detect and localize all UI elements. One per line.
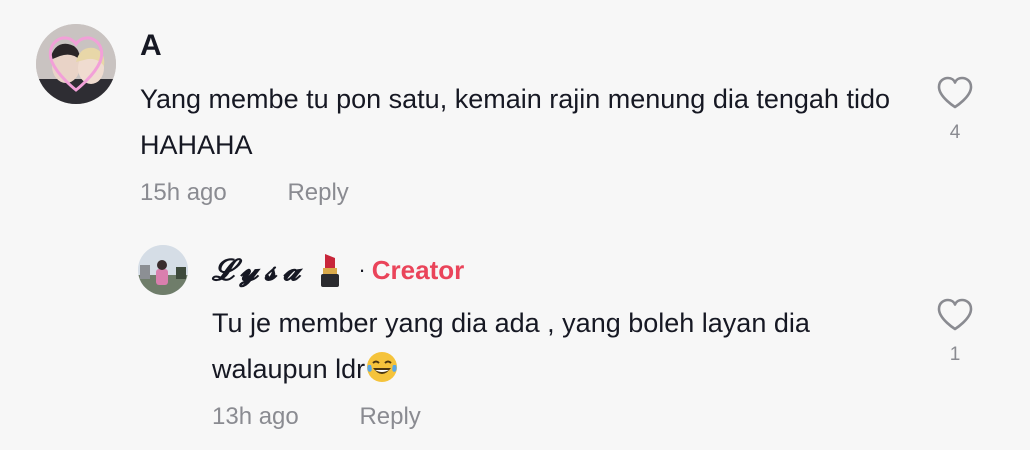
comment-timestamp: 15h ago xyxy=(140,179,227,206)
reply-button[interactable]: Reply xyxy=(287,179,348,206)
reply-text: Tu je member yang dia ada , yang boleh l… xyxy=(212,308,810,384)
comment-meta: 15h ago Reply xyxy=(140,178,349,208)
reply-like-count: 1 xyxy=(949,344,961,365)
heart-icon[interactable] xyxy=(936,298,974,332)
lipstick-icon xyxy=(321,254,340,287)
comment-text: Yang membe tu pon satu, kemain rajin men… xyxy=(140,84,890,160)
reply-username[interactable]: 𝓛𝔂𝓼𝓪 xyxy=(212,253,306,288)
reply-timestamp: 13h ago xyxy=(212,403,299,430)
heart-icon[interactable] xyxy=(936,76,974,110)
reply-avatar-image xyxy=(138,245,188,295)
like-count: 4 xyxy=(949,122,961,143)
comment-username[interactable]: A xyxy=(140,29,162,63)
avatar[interactable] xyxy=(36,24,116,104)
reply-reply-button[interactable]: Reply xyxy=(359,403,420,430)
reply-avatar[interactable] xyxy=(138,245,188,295)
comment-thread: A Yang membe tu pon satu, kemain rajin m… xyxy=(0,0,1030,450)
reply-meta: 13h ago Reply xyxy=(212,402,421,432)
avatar-image xyxy=(36,24,116,104)
reply-header: 𝓛𝔂𝓼𝓪 · Creator xyxy=(212,250,464,290)
like-control: 4 xyxy=(930,76,980,144)
badge-separator: · xyxy=(358,257,366,282)
creator-badge: Creator xyxy=(371,254,465,285)
reply-like-control: 1 xyxy=(930,298,980,366)
reply-text-container: Tu je member yang dia ada , yang boleh l… xyxy=(212,300,902,392)
face-with-tears-of-joy-icon xyxy=(367,352,398,382)
